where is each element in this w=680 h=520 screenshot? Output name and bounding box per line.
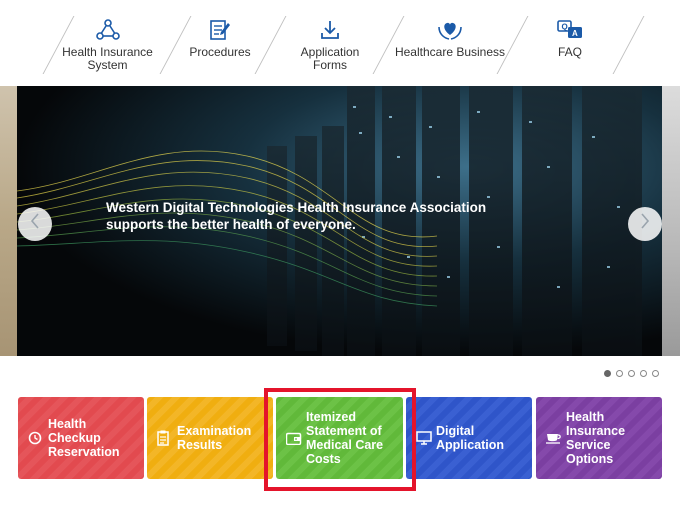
top-navigation: Health Insurance System Procedures Appli… <box>0 0 680 86</box>
nav-item-procedures[interactable]: Procedures <box>180 0 260 86</box>
carousel-next-button[interactable] <box>628 207 662 241</box>
download-icon <box>319 18 341 42</box>
tile-label: Health Insurance Service Options <box>566 410 626 466</box>
carousel-dot[interactable] <box>604 370 611 377</box>
tile-label: Digital Application <box>436 424 505 452</box>
tile-itemized-statement[interactable]: Itemized Statement of Medical Care Costs <box>276 397 403 479</box>
hero-caption-line-1: Western Digital Technologies Health Insu… <box>106 200 487 215</box>
nav-label: Procedures <box>189 45 251 59</box>
wallet-icon <box>286 397 302 479</box>
chevron-left-icon <box>29 212 41 236</box>
carousel-pagination <box>604 370 659 377</box>
nav-separator <box>612 16 645 74</box>
carousel-prev-button[interactable] <box>18 207 52 241</box>
clock-icon <box>28 397 42 479</box>
tile-label: Examination Results <box>177 424 252 452</box>
carousel-dot[interactable] <box>628 370 635 377</box>
tile-label: Health Checkup Reservation <box>48 417 120 459</box>
clipboard-icon <box>157 397 169 479</box>
svg-text:A: A <box>572 29 578 38</box>
nav-item-healthcare-business[interactable]: Healthcare Business <box>394 0 506 86</box>
nav-label: Healthcare Business <box>394 45 506 59</box>
document-edit-icon <box>209 18 231 42</box>
tile-label: Itemized Statement of Medical Care Costs <box>306 410 384 466</box>
hero-caption-line-2: supports the better health of everyone. <box>106 217 356 232</box>
chevron-right-icon <box>639 212 651 236</box>
heart-hands-icon <box>437 18 463 42</box>
qa-chat-icon: Q A <box>556 18 584 42</box>
network-nodes-icon <box>95 18 121 42</box>
nav-label: Application Forms <box>300 45 360 72</box>
nav-item-health-insurance-system[interactable]: Health Insurance System <box>60 0 155 86</box>
nav-item-application-forms[interactable]: Application Forms <box>282 0 378 86</box>
teacup-icon <box>546 397 562 479</box>
next-slide-peek <box>662 86 680 356</box>
hero-caption: Western Digital Technologies Health Insu… <box>106 199 526 233</box>
monitor-icon <box>416 397 432 479</box>
nav-label: FAQ <box>557 45 582 59</box>
nav-label: Health Insurance System <box>62 45 153 72</box>
tile-health-checkup-reservation[interactable]: Health Checkup Reservation <box>18 397 144 479</box>
tile-digital-application[interactable]: Digital Application <box>406 397 532 479</box>
previous-slide-peek <box>0 86 17 356</box>
svg-text:Q: Q <box>562 23 568 32</box>
hero-carousel: Western Digital Technologies Health Insu… <box>0 86 680 356</box>
carousel-dot[interactable] <box>652 370 659 377</box>
tile-health-insurance-service-options[interactable]: Health Insurance Service Options <box>536 397 662 479</box>
tile-examination-results[interactable]: Examination Results <box>147 397 273 479</box>
nav-item-faq[interactable]: Q A FAQ <box>530 0 610 86</box>
carousel-dot[interactable] <box>640 370 647 377</box>
carousel-dot[interactable] <box>616 370 623 377</box>
